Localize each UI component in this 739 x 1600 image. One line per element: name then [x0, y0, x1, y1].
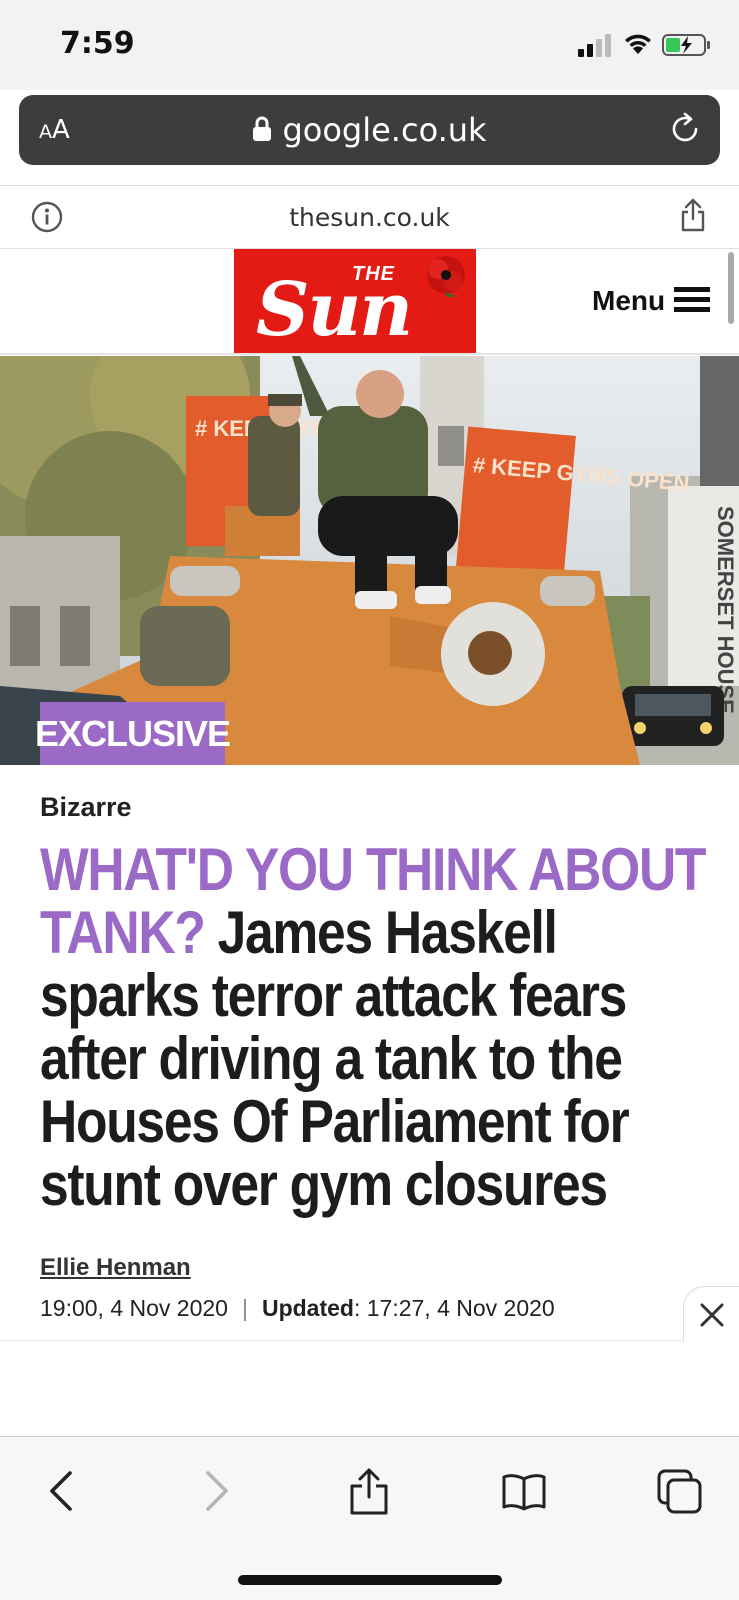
updated-date: : 17:27, 4 Nov 2020 [353, 1295, 555, 1321]
cellular-signal-icon [578, 34, 611, 57]
tabs-icon[interactable] [655, 1467, 703, 1515]
the-sun-logo[interactable]: THE Sun [234, 249, 476, 353]
hamburger-menu-icon[interactable] [674, 286, 710, 314]
hero-image: SOMERSET HOUSE # KEEP GYMS OPEN # KEEP G… [0, 356, 739, 765]
wifi-icon [625, 34, 651, 54]
date-separator: | [241, 1295, 248, 1321]
back-icon[interactable] [40, 1467, 88, 1515]
site-domain: thesun.co.uk [289, 203, 450, 232]
poppy-icon [427, 256, 465, 297]
address-domain[interactable]: google.co.uk [19, 111, 720, 149]
exclusive-badge: EXCLUSIVE [35, 702, 231, 765]
share-icon[interactable] [345, 1467, 393, 1515]
close-icon [700, 1303, 724, 1327]
published-date: 19:00, 4 Nov 2020 [40, 1295, 228, 1321]
address-bar[interactable]: AA google.co.uk [19, 95, 720, 165]
menu-label[interactable]: Menu [592, 285, 665, 317]
updated-label: Updated [261, 1295, 354, 1321]
article-dates: 19:00, 4 Nov 2020 | Updated: 17:27, 4 Nov … [40, 1295, 555, 1322]
site-header: THE Sun Menu [0, 249, 739, 355]
ad-close-button[interactable] [683, 1286, 739, 1342]
lock-icon [253, 116, 272, 141]
article-headline: WHAT'D YOU THINK ABOUT TANK? James Haske… [40, 838, 711, 1216]
reload-icon[interactable] [668, 112, 702, 146]
bookmarks-icon[interactable] [500, 1467, 548, 1515]
ad-slot [0, 1340, 739, 1436]
status-time: 7:59 [60, 26, 135, 61]
battery-charging-icon [662, 34, 710, 56]
status-bar: 7:59 [0, 0, 739, 90]
page-scrollbar[interactable] [728, 252, 734, 324]
share-icon[interactable] [680, 198, 706, 232]
browser-toolbar [0, 1436, 739, 1600]
building-sign-text: SOMERSET HOUSE [713, 506, 738, 714]
forward-icon[interactable] [190, 1467, 238, 1515]
article-kicker[interactable]: Bizarre [40, 792, 132, 823]
author-link[interactable]: Ellie Henman [40, 1254, 191, 1282]
home-indicator[interactable] [238, 1575, 502, 1585]
site-info-bar: thesun.co.uk [0, 185, 739, 249]
